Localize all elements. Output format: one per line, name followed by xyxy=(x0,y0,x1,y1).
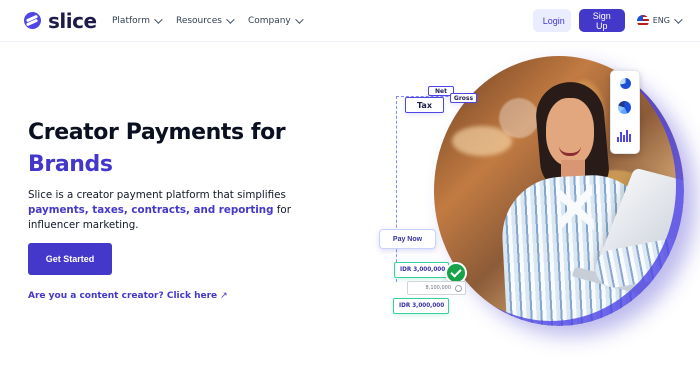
hero-visual: Net Tax Gross Pay Now IDR 3,000,000 8,10… xyxy=(360,52,686,334)
menu-label-resources: Resources xyxy=(175,15,222,26)
slice-homepage: slice Platform Resources Company Login S… xyxy=(0,0,700,366)
chevron-down-icon xyxy=(226,14,235,24)
menu-item-company[interactable]: Company xyxy=(247,9,304,33)
pending-amount: 8,100,000 xyxy=(425,285,451,291)
chevron-down-icon xyxy=(154,14,163,24)
hero-description: Slice is a creator payment platform that… xyxy=(28,188,315,233)
menu-label-platform: Platform xyxy=(112,15,150,26)
pay-now-button[interactable]: Pay Now xyxy=(379,229,436,249)
person-face xyxy=(546,98,594,166)
get-started-button[interactable]: Get Started xyxy=(28,243,112,275)
pie-chart-icon xyxy=(620,78,631,89)
main-menu: Platform Resources Company xyxy=(112,9,304,33)
hero-title-line-2: Brands xyxy=(28,152,113,177)
background-light xyxy=(452,126,512,156)
gross-tag: Gross xyxy=(450,93,477,103)
paid-amount-card: IDR 3,000,000 xyxy=(394,262,449,278)
header-actions: Login Sign Up ENG xyxy=(532,9,683,32)
description-highlight: payments, taxes, contracts, and reportin… xyxy=(28,204,274,216)
menu-label-company: Company xyxy=(247,15,291,26)
arrow-up-right-icon: ↗ xyxy=(220,291,228,301)
language-selector[interactable]: ENG xyxy=(636,14,683,27)
analytics-card-icon xyxy=(610,70,640,154)
menu-item-resources[interactable]: Resources xyxy=(175,9,235,33)
hero-title: Creator Payments for Brands xyxy=(28,117,298,181)
top-navigation: slice Platform Resources Company Login S… xyxy=(0,0,700,42)
creator-link[interactable]: Are you a content creator? Click here ↗ xyxy=(28,291,228,301)
bar-chart-icon xyxy=(617,129,632,142)
brand-logo[interactable]: slice xyxy=(24,9,112,33)
login-button[interactable]: Login xyxy=(532,9,571,32)
creator-link-label: Are you a content creator? Click here xyxy=(28,291,218,301)
hero-title-line-1: Creator Payments for xyxy=(28,120,286,145)
pending-check-icon xyxy=(455,285,462,292)
pending-amount-card: 8,100,000 xyxy=(407,281,466,295)
paid-amount-card: IDR 3,000,000 xyxy=(393,298,449,314)
tax-tag: Tax xyxy=(405,97,444,113)
chevron-down-icon xyxy=(294,14,304,24)
language-label: ENG xyxy=(652,16,670,25)
pie-chart-icon xyxy=(618,101,631,114)
chevron-down-icon xyxy=(674,14,683,24)
brand-name: slice xyxy=(48,8,97,33)
signup-button[interactable]: Sign Up xyxy=(578,9,625,32)
united-states-flag-icon xyxy=(636,14,649,27)
description-prefix: Slice is a creator payment platform that… xyxy=(28,189,286,201)
slice-logo-icon xyxy=(24,12,41,29)
menu-item-platform[interactable]: Platform xyxy=(112,9,163,33)
